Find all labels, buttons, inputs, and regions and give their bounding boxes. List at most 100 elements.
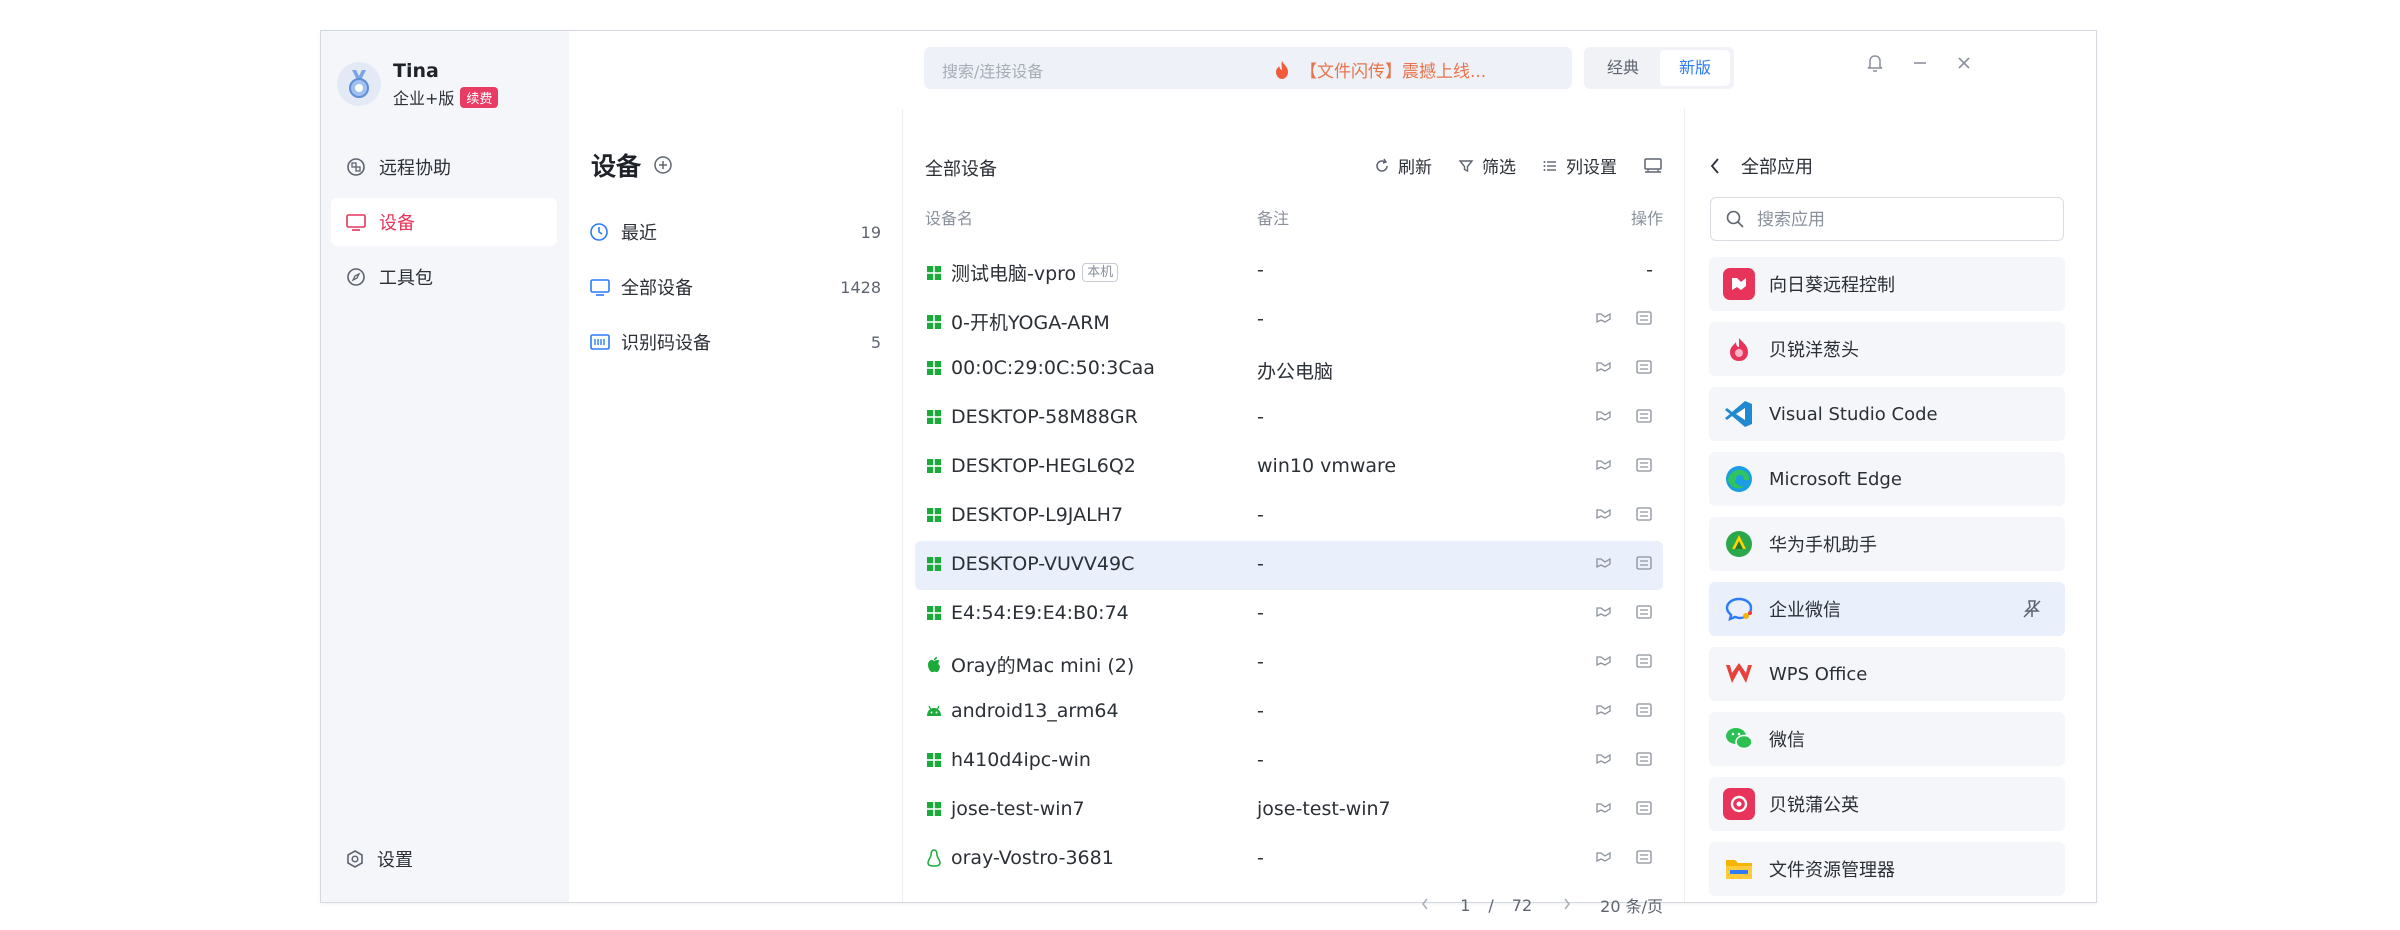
sidebar-item-label: 设备 bbox=[379, 213, 415, 234]
windows-icon bbox=[925, 555, 943, 573]
table-row[interactable]: jose-test-win7 jose-test-win7 bbox=[915, 786, 1663, 835]
file-transfer-icon[interactable] bbox=[1635, 457, 1653, 473]
sidebar-item-toolkit[interactable]: 工具包 bbox=[331, 253, 557, 301]
file-transfer-icon[interactable] bbox=[1635, 408, 1653, 424]
device-search-bar[interactable]: 搜索/连接设备 【文件闪传】震撼上线... bbox=[924, 47, 1572, 89]
mode-new[interactable]: 新版 bbox=[1660, 50, 1730, 86]
device-name: h410d4ipc-win bbox=[951, 749, 1091, 771]
table-row[interactable]: oray-Vostro-3681 - bbox=[915, 835, 1663, 884]
category-id-code-devices[interactable]: 识别码设备 5 bbox=[589, 322, 881, 362]
table-row-selected[interactable]: DESKTOP-VUVV49C - bbox=[915, 541, 1663, 590]
refresh-button[interactable]: 刷新 bbox=[1374, 153, 1432, 178]
table-row[interactable]: DESKTOP-58M88GR - bbox=[915, 394, 1663, 443]
remote-control-icon[interactable] bbox=[1595, 310, 1613, 326]
table-row[interactable]: E4:54:E9:E4:B0:74 - bbox=[915, 590, 1663, 639]
file-transfer-icon[interactable] bbox=[1635, 506, 1653, 522]
app-item-vscode[interactable]: Visual Studio Code bbox=[1709, 387, 2065, 441]
renew-badge[interactable]: 续费 bbox=[460, 86, 499, 108]
app-item-file-explorer[interactable]: 文件资源管理器 bbox=[1709, 842, 2065, 896]
app-item-pgy[interactable]: 贝锐蒲公英 bbox=[1709, 777, 2065, 831]
page-size-select[interactable]: 20 条/页 bbox=[1600, 893, 1663, 917]
file-transfer-icon[interactable] bbox=[1635, 800, 1653, 816]
file-transfer-icon[interactable] bbox=[1635, 359, 1653, 375]
device-search-placeholder: 搜索/连接设备 bbox=[942, 62, 1044, 81]
settings-button[interactable]: 设置 bbox=[345, 846, 413, 872]
sidebar-item-devices[interactable]: 设备 bbox=[331, 198, 557, 246]
monitor-icon bbox=[345, 211, 367, 233]
app-item-wecom[interactable]: 企业微信 bbox=[1709, 582, 2065, 636]
minimize-button[interactable] bbox=[1911, 53, 1929, 73]
notification-bell[interactable] bbox=[1866, 53, 1884, 73]
app-item-edge[interactable]: Microsoft Edge bbox=[1709, 452, 2065, 506]
mode-classic[interactable]: 经典 bbox=[1588, 50, 1658, 86]
layout-toggle-button[interactable] bbox=[1643, 157, 1671, 175]
category-recent[interactable]: 最近 19 bbox=[589, 212, 881, 252]
table-row[interactable]: android13_arm64 - bbox=[915, 688, 1663, 737]
category-label: 识别码设备 bbox=[621, 333, 711, 354]
sunlogin-icon bbox=[1723, 268, 1755, 300]
file-transfer-icon[interactable] bbox=[1635, 849, 1653, 865]
sidebar-item-label: 远程协助 bbox=[379, 158, 451, 179]
sidebar-item-remote-assist[interactable]: 远程协助 bbox=[331, 143, 557, 191]
edge-icon bbox=[1723, 463, 1755, 495]
close-button[interactable] bbox=[1955, 53, 1973, 73]
remote-control-icon[interactable] bbox=[1595, 555, 1613, 571]
filter-button[interactable]: 筛选 bbox=[1458, 153, 1516, 178]
file-transfer-icon[interactable] bbox=[1635, 555, 1653, 571]
table-row[interactable]: 00:0C:29:0C:50:3Caa 办公电脑 bbox=[915, 345, 1663, 394]
sidebar-nav: 远程协助 设备 工具包 bbox=[331, 143, 557, 308]
remote-control-icon[interactable] bbox=[1595, 702, 1613, 718]
table-row[interactable]: 0-开机YOGA-ARM - bbox=[915, 296, 1663, 345]
remote-control-icon[interactable] bbox=[1595, 653, 1613, 669]
table-row[interactable]: h410d4ipc-win - bbox=[915, 737, 1663, 786]
windows-icon bbox=[925, 359, 943, 377]
file-transfer-icon[interactable] bbox=[1635, 604, 1653, 620]
table-toolbar: 刷新 筛选 列设置 bbox=[1348, 153, 1671, 178]
device-remark: - bbox=[1257, 504, 1264, 526]
table-row[interactable]: DESKTOP-L9JALH7 - bbox=[915, 492, 1663, 541]
unpin-button[interactable] bbox=[2021, 598, 2043, 620]
user-card[interactable]: Tina 企业+版 续费 bbox=[337, 59, 499, 109]
app-search-input[interactable] bbox=[1755, 206, 2049, 234]
remote-assist-icon bbox=[345, 156, 367, 178]
app-item-onion[interactable]: 贝锐洋葱头 bbox=[1709, 322, 2065, 376]
remote-control-icon[interactable] bbox=[1595, 751, 1613, 767]
app-item-wps[interactable]: WPS Office bbox=[1709, 647, 2065, 701]
remote-control-icon[interactable] bbox=[1595, 359, 1613, 375]
app-item-wechat[interactable]: 微信 bbox=[1709, 712, 2065, 766]
device-table: 全部设备 刷新 筛选 列设置 设备名 备注 操作 测试电脑-vpro 本机 - … bbox=[903, 109, 1683, 916]
column-settings-button[interactable]: 列设置 bbox=[1542, 153, 1617, 178]
table-row[interactable]: DESKTOP-HEGL6Q2 win10 vmware bbox=[915, 443, 1663, 492]
search-icon bbox=[1725, 209, 1745, 229]
next-page-button[interactable] bbox=[1562, 896, 1572, 915]
linux-icon bbox=[925, 849, 943, 867]
app-item-sunlogin[interactable]: 向日葵远程控制 bbox=[1709, 257, 2065, 311]
remote-control-icon[interactable] bbox=[1595, 506, 1613, 522]
table-row[interactable]: 测试电脑-vpro 本机 - - bbox=[915, 247, 1663, 296]
remote-control-icon[interactable] bbox=[1595, 457, 1613, 473]
file-transfer-icon[interactable] bbox=[1635, 653, 1653, 669]
add-device-button[interactable] bbox=[653, 155, 673, 175]
remote-control-icon[interactable] bbox=[1595, 604, 1613, 620]
avatar[interactable] bbox=[337, 62, 381, 106]
remote-control-icon[interactable] bbox=[1595, 408, 1613, 424]
remote-control-icon[interactable] bbox=[1595, 849, 1613, 865]
windows-icon bbox=[925, 264, 943, 282]
page-separator: / bbox=[1488, 895, 1494, 915]
category-all-devices[interactable]: 全部设备 1428 bbox=[589, 267, 881, 307]
windows-icon bbox=[925, 457, 943, 475]
table-row[interactable]: Oray的Mac mini (2) - bbox=[915, 639, 1663, 688]
back-button[interactable] bbox=[1709, 157, 1721, 175]
prev-page-button[interactable] bbox=[1420, 896, 1430, 915]
promo-banner[interactable]: 【文件闪传】震撼上线... bbox=[1274, 57, 1486, 82]
gear-icon bbox=[345, 849, 365, 869]
file-transfer-icon[interactable] bbox=[1635, 310, 1653, 326]
file-transfer-icon[interactable] bbox=[1635, 702, 1653, 718]
vscode-icon bbox=[1723, 398, 1755, 430]
remote-control-icon[interactable] bbox=[1595, 800, 1613, 816]
device-name: DESKTOP-HEGL6Q2 bbox=[951, 455, 1136, 477]
app-item-huawei-assistant[interactable]: 华为手机助手 bbox=[1709, 517, 2065, 571]
close-icon bbox=[1958, 57, 1970, 69]
device-remark: - bbox=[1257, 847, 1264, 869]
file-transfer-icon[interactable] bbox=[1635, 751, 1653, 767]
